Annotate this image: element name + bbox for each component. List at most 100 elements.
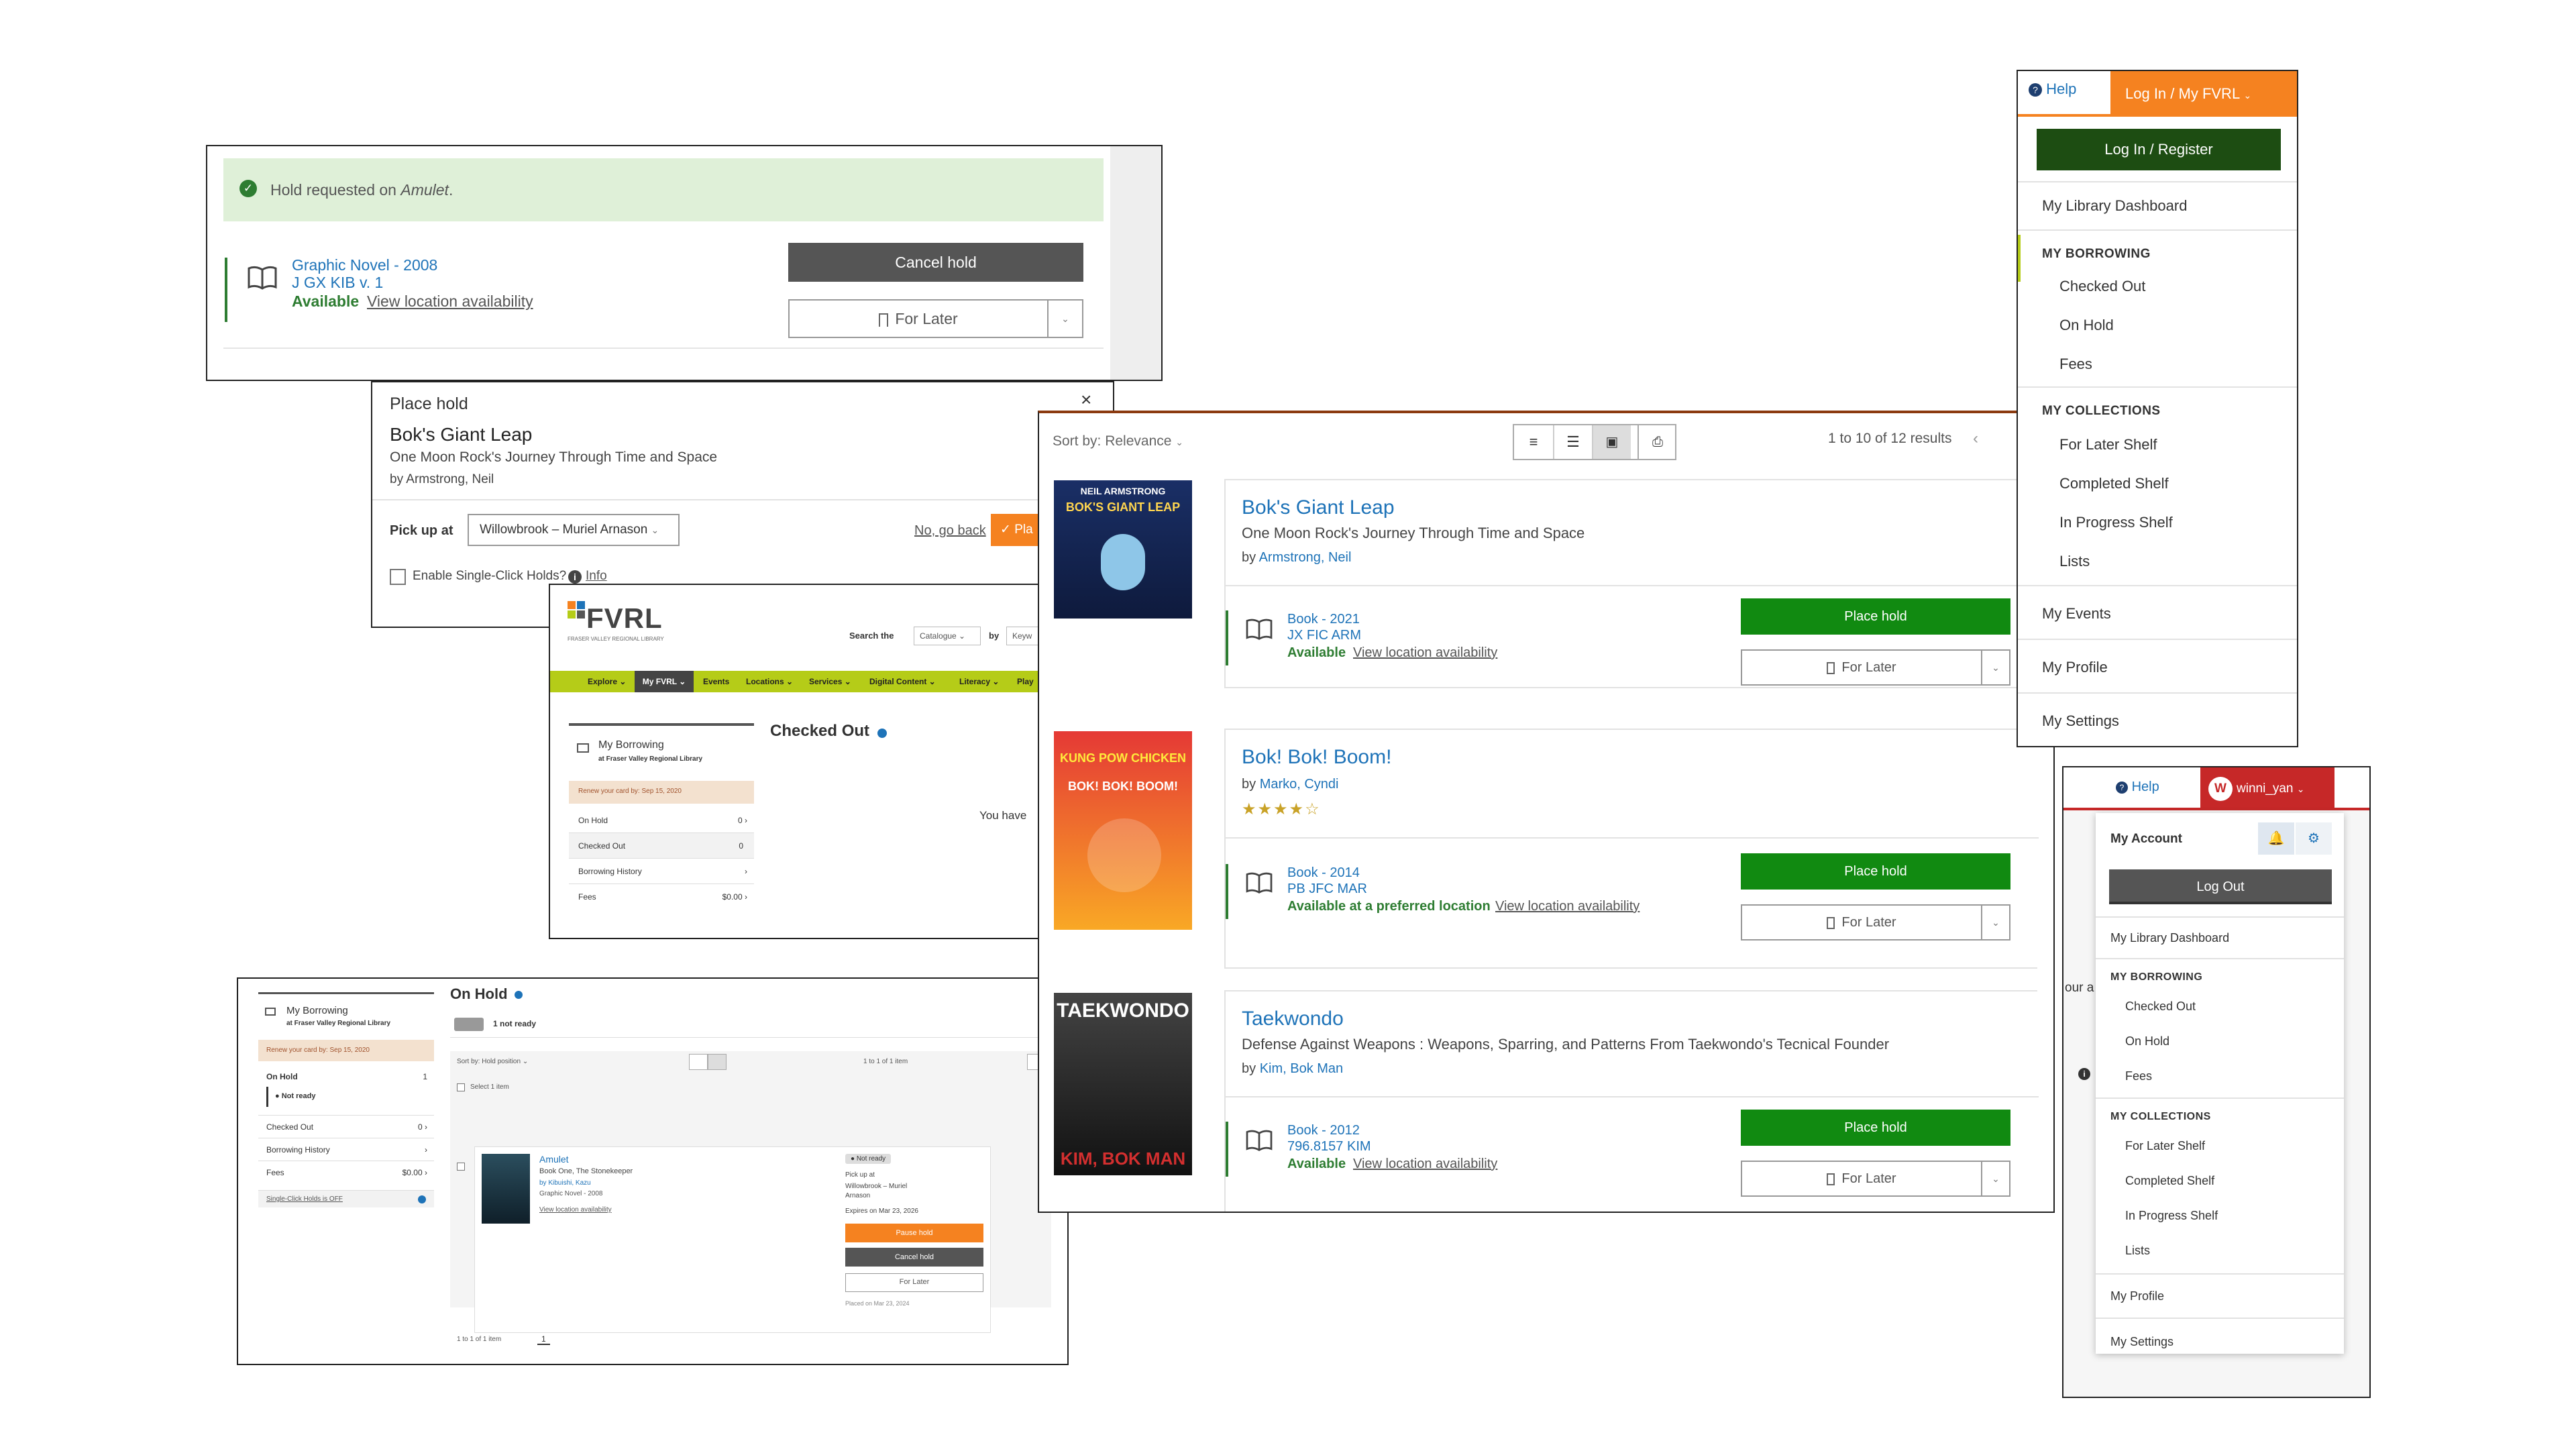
search-scope-select[interactable]: Catalogue ⌄ <box>914 627 981 645</box>
close-icon[interactable]: × <box>1081 389 1091 411</box>
result-call-number-link[interactable]: JX FIC ARM <box>1287 628 1361 643</box>
cover-boks-giant-leap[interactable]: NEIL ARMSTRONG BOK'S GIANT LEAP <box>1054 480 1192 619</box>
pickup-location-select[interactable]: Willowbrook – Muriel Arnason ⌄ <box>468 514 680 546</box>
list-view-button[interactable] <box>689 1054 708 1070</box>
result-format-link[interactable]: Book - 2014 <box>1287 865 1360 881</box>
grid-view-button[interactable] <box>708 1054 727 1070</box>
sort-select[interactable]: Sort by: Hold position ⌄ <box>457 1058 528 1065</box>
menu-on-hold[interactable]: On Hold <box>2059 317 2114 334</box>
result-format-link[interactable]: Book - 2012 <box>1287 1123 1360 1138</box>
menu-my-settings[interactable]: My Settings <box>2110 1335 2174 1349</box>
cancel-hold-button[interactable]: Cancel hold <box>788 243 1083 282</box>
sidebar-item-borrowing-history[interactable]: Borrowing History › <box>569 859 754 884</box>
menu-for-later-shelf[interactable]: For Later Shelf <box>2059 436 2157 453</box>
page-number[interactable]: 1 <box>537 1334 550 1345</box>
nav-locations[interactable]: Locations ⌄ <box>746 677 793 686</box>
place-hold-button[interactable]: Place hold <box>1741 598 2010 635</box>
for-later-button[interactable]: For Later <box>1741 1161 1982 1197</box>
result-title-link[interactable]: Bok's Giant Leap <box>1242 496 1395 519</box>
for-later-dropdown-button[interactable]: ⌄ <box>1981 1161 2010 1197</box>
detail-view-button[interactable]: ☰ <box>1553 425 1592 459</box>
view-location-availability-link[interactable]: View location availability <box>367 292 533 311</box>
print-icon[interactable]: ⎙ <box>1638 425 1676 459</box>
select-all-checkbox[interactable] <box>457 1083 465 1091</box>
nav-services[interactable]: Services ⌄ <box>809 677 851 686</box>
menu-lists[interactable]: Lists <box>2059 553 2090 570</box>
sidebar-item-on-hold[interactable]: On Hold 0 › <box>569 808 754 833</box>
menu-checked-out[interactable]: Checked Out <box>2125 1000 2196 1014</box>
result-title-link[interactable]: Bok! Bok! Boom! <box>1242 746 1391 769</box>
menu-in-progress-shelf[interactable]: In Progress Shelf <box>2059 514 2173 531</box>
sort-select[interactable]: Sort by: Relevance ⌄ <box>1053 433 1183 449</box>
for-later-button[interactable]: For Later <box>1741 649 1982 686</box>
place-hold-button[interactable]: Place hold <box>1741 1110 2010 1146</box>
menu-for-later-shelf[interactable]: For Later Shelf <box>2125 1139 2205 1153</box>
login-register-button[interactable]: Log In / Register <box>2037 129 2281 170</box>
card-view-button[interactable]: ▣ <box>1592 425 1631 459</box>
notifications-bell-icon[interactable]: 🔔 <box>2258 822 2294 855</box>
result-call-number-link[interactable]: PB JFC MAR <box>1287 881 1367 897</box>
menu-in-progress-shelf[interactable]: In Progress Shelf <box>2125 1209 2218 1223</box>
login-menu-tab[interactable]: Log In / My FVRL ⌄ <box>2110 71 2297 117</box>
for-later-dropdown-button[interactable]: ⌄ <box>1981 649 2010 686</box>
item-author-link[interactable]: by Kibuishi, Kazu <box>539 1179 591 1187</box>
nav-digital-content[interactable]: Digital Content ⌄ <box>869 677 936 686</box>
item-title-link[interactable]: Amulet <box>539 1154 569 1165</box>
for-later-dropdown-button[interactable]: ⌄ <box>1047 299 1083 338</box>
nav-literacy[interactable]: Literacy ⌄ <box>959 677 999 686</box>
help-link[interactable]: ? Help <box>2029 80 2076 98</box>
sidebar-item-not-ready[interactable]: ● Not ready <box>266 1087 427 1107</box>
view-location-availability-link[interactable]: View location availability <box>1353 1157 1497 1172</box>
cover-taekwondo[interactable]: TAEKWONDO KIM, BOK MAN <box>1054 993 1192 1175</box>
sidebar-item-checked-out[interactable]: Checked Out 0 › <box>258 1115 434 1138</box>
item-checkbox[interactable] <box>457 1163 465 1171</box>
cancel-hold-button[interactable]: Cancel hold <box>845 1248 983 1267</box>
nav-events[interactable]: Events <box>703 677 729 686</box>
format-link[interactable]: Graphic Novel - 2008 <box>292 256 437 274</box>
info-link[interactable]: Info <box>586 569 607 584</box>
item-view-availability-link[interactable]: View location availability <box>539 1206 612 1214</box>
settings-gear-icon[interactable]: ⚙ <box>2296 822 2332 855</box>
menu-fees[interactable]: Fees <box>2059 356 2092 373</box>
view-location-availability-link[interactable]: View location availability <box>1353 645 1497 661</box>
log-out-button[interactable]: Log Out <box>2109 869 2332 904</box>
menu-my-profile[interactable]: My Profile <box>2110 1289 2164 1303</box>
menu-my-library-dashboard[interactable]: My Library Dashboard <box>2110 931 2229 945</box>
menu-completed-shelf[interactable]: Completed Shelf <box>2125 1174 2214 1188</box>
view-location-availability-link[interactable]: View location availability <box>1495 899 1640 914</box>
nav-explore[interactable]: Explore ⌄ <box>588 677 626 686</box>
prev-page-icon[interactable]: ‹ <box>1973 429 1978 448</box>
result-format-link[interactable]: Book - 2021 <box>1287 612 1360 627</box>
list-view-button[interactable]: ≡ <box>1514 425 1553 459</box>
for-later-button[interactable]: For Later <box>1741 904 1982 941</box>
single-click-status-link[interactable]: Single-Click Holds is OFF <box>266 1195 343 1203</box>
sidebar-item-fees[interactable]: Fees $0.00 › <box>258 1161 434 1183</box>
filter-chip[interactable]: 1 not ready <box>493 1019 536 1028</box>
menu-on-hold[interactable]: On Hold <box>2125 1034 2169 1049</box>
menu-checked-out[interactable]: Checked Out <box>2059 278 2145 295</box>
menu-my-profile[interactable]: My Profile <box>2042 659 2108 676</box>
for-later-button[interactable]: For Later <box>788 299 1049 338</box>
single-click-checkbox[interactable] <box>390 569 406 585</box>
cover-bok-bok-boom[interactable]: KUNG POW CHICKEN BOK! BOK! BOOM! <box>1054 731 1192 930</box>
sidebar-item-fees[interactable]: Fees $0.00 › <box>569 884 754 910</box>
for-later-button[interactable]: For Later <box>845 1273 983 1292</box>
call-number-link[interactable]: J GX KIB v. 1 <box>292 274 383 292</box>
menu-my-settings[interactable]: My Settings <box>2042 712 2119 730</box>
no-go-back-link[interactable]: No, go back <box>914 523 986 539</box>
help-link[interactable]: ? Help <box>2116 780 2159 795</box>
sidebar-item-checked-out[interactable]: Checked Out 0 <box>569 833 754 859</box>
pickup-location[interactable]: Willowbrook – Muriel Arnason <box>845 1182 932 1201</box>
nav-play[interactable]: Play <box>1017 677 1034 686</box>
filter-toggle-button[interactable] <box>454 1018 484 1031</box>
sidebar-item-borrowing-history[interactable]: Borrowing History › <box>258 1138 434 1161</box>
place-hold-button[interactable]: Place hold <box>1741 853 2010 890</box>
menu-lists[interactable]: Lists <box>2125 1244 2150 1258</box>
pause-hold-button[interactable]: Pause hold <box>845 1224 983 1242</box>
menu-my-events[interactable]: My Events <box>2042 605 2111 623</box>
for-later-dropdown-button[interactable]: ⌄ <box>1981 904 2010 941</box>
user-menu-tab[interactable]: Wwinni_yan ⌄ <box>2200 767 2334 810</box>
menu-my-library-dashboard[interactable]: My Library Dashboard <box>2042 197 2187 215</box>
result-call-number-link[interactable]: 796.8157 KIM <box>1287 1139 1371 1155</box>
menu-completed-shelf[interactable]: Completed Shelf <box>2059 475 2169 492</box>
